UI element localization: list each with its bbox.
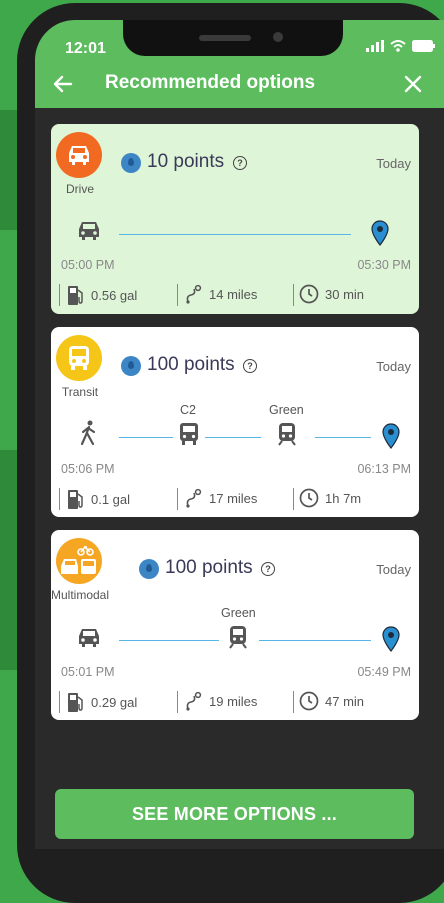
status-bar: 12:01 — [35, 20, 444, 64]
depart-time: 05:06 PM — [61, 462, 115, 476]
bus-icon — [180, 423, 198, 445]
arrive-time: 06:13 PM — [357, 462, 411, 476]
metric-divider — [59, 488, 60, 510]
metric-divider — [177, 284, 178, 306]
fuel-pump-icon — [68, 693, 83, 712]
metric-divider — [293, 488, 294, 510]
depart-time: 05:01 PM — [61, 665, 115, 679]
fuel-value: 0.56 gal — [91, 287, 138, 303]
duration-metric: 1h 7m — [299, 488, 361, 508]
route-line — [119, 640, 219, 641]
route-line — [315, 437, 371, 438]
trip-date: Today — [376, 359, 411, 374]
distance-value: 17 miles — [209, 490, 258, 506]
system-icons — [366, 40, 436, 52]
notch — [123, 20, 343, 56]
fuel-pump-icon — [68, 286, 83, 305]
route-distance-icon — [186, 691, 202, 711]
clock-icon — [299, 284, 319, 304]
close-icon[interactable] — [401, 72, 425, 96]
fuel-metric: 0.29 gal — [67, 691, 137, 713]
distance-metric: 14 miles — [185, 284, 257, 304]
metric-divider — [59, 284, 60, 306]
trip-date: Today — [376, 562, 411, 577]
fuel-value: 0.29 gal — [91, 694, 138, 710]
duration-value: 1h 7m — [325, 490, 362, 506]
route-line — [259, 640, 371, 641]
metric-divider — [177, 488, 178, 510]
bus-icon — [69, 346, 89, 370]
points-drop-icon — [139, 559, 159, 579]
wifi-icon — [390, 40, 406, 52]
route-distance-icon — [186, 488, 202, 508]
distance-value: 14 miles — [209, 286, 258, 302]
train-icon — [229, 626, 247, 649]
clock-icon — [299, 488, 319, 508]
points-drop-icon — [121, 356, 141, 376]
metric-divider — [177, 691, 178, 713]
route-line — [119, 437, 173, 438]
transit-mode-badge — [56, 335, 102, 381]
clock-icon — [299, 691, 319, 711]
route-line — [119, 234, 351, 235]
points-drop-icon — [121, 153, 141, 173]
fuel-metric: 0.1 gal — [67, 488, 130, 510]
duration-value: 47 min — [325, 693, 365, 709]
car-icon — [69, 146, 89, 165]
destination-pin-icon — [371, 220, 389, 246]
mode-label: Transit — [61, 385, 99, 399]
points-value: 100 points — [165, 557, 253, 578]
points-value: 100 points — [147, 354, 235, 375]
back-arrow-icon[interactable] — [51, 72, 75, 96]
train-icon — [278, 423, 296, 446]
page-title: Recommended options — [105, 72, 316, 93]
duration-value: 30 min — [325, 286, 365, 302]
car-icon — [79, 222, 99, 240]
signal-icon — [366, 40, 384, 52]
distance-value: 19 miles — [209, 693, 258, 709]
battery-icon — [412, 40, 435, 52]
option-card-drive[interactable]: Drive 10 points ? Today 05:00 PM 05:30 P… — [51, 124, 419, 314]
metric-divider — [293, 284, 294, 306]
option-card-multimodal[interactable]: Multimodal 100 points ? Today Green 05:0… — [51, 530, 419, 720]
camera — [273, 32, 283, 42]
route-line — [205, 437, 261, 438]
speaker — [199, 35, 251, 41]
arrive-time: 05:30 PM — [357, 258, 411, 272]
multimodal-mode-badge — [56, 538, 102, 584]
stop-label: Green — [269, 403, 304, 417]
drive-mode-badge — [56, 132, 102, 178]
duration-metric: 30 min — [299, 284, 364, 304]
metric-divider — [293, 691, 294, 713]
car-icon — [79, 629, 99, 647]
mode-label: Drive — [65, 182, 94, 196]
distance-metric: 17 miles — [185, 488, 257, 508]
see-more-options-button[interactable]: SEE MORE OPTIONS ... — [55, 789, 414, 839]
option-card-transit[interactable]: Transit 100 points ? Today C2 Green 05:0… — [51, 327, 419, 517]
distance-metric: 19 miles — [185, 691, 257, 711]
depart-time: 05:00 PM — [61, 258, 115, 272]
trip-date: Today — [376, 156, 411, 171]
help-icon[interactable]: ? — [233, 156, 247, 170]
duration-metric: 47 min — [299, 691, 364, 711]
status-time: 12:01 — [65, 40, 106, 57]
arrive-time: 05:49 PM — [357, 665, 411, 679]
route-distance-icon — [186, 284, 202, 304]
stop-label: C2 — [180, 403, 196, 417]
fuel-value: 0.1 gal — [91, 491, 131, 507]
points-value: 10 points — [147, 151, 225, 172]
metric-divider — [59, 691, 60, 713]
app-bar: Recommended options — [35, 64, 444, 108]
help-icon[interactable]: ? — [261, 562, 275, 576]
app-screen: 12:01 Recommended options Drive 10 point… — [35, 20, 444, 849]
walk-icon — [80, 420, 96, 446]
destination-pin-icon — [382, 423, 400, 449]
fuel-metric: 0.56 gal — [67, 284, 137, 306]
fuel-pump-icon — [68, 490, 83, 509]
mode-label: Multimodal — [50, 588, 110, 602]
destination-pin-icon — [382, 626, 400, 652]
help-icon[interactable]: ? — [243, 359, 257, 373]
stop-label: Green — [221, 606, 256, 620]
multimodal-icon — [61, 545, 96, 574]
